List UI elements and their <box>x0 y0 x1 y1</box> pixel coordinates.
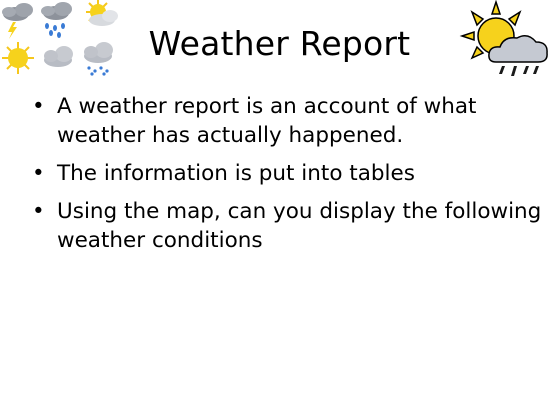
bullet-item: • Using the map, can you display the fol… <box>22 197 542 255</box>
bullet-glyph: • <box>32 161 45 186</box>
slide: Weather Report • A weather report is an … <box>0 0 559 409</box>
bullet-text: The information is put into tables <box>57 161 415 186</box>
bullet-item: • The information is put into tables <box>22 159 542 188</box>
bullet-glyph: • <box>32 199 45 224</box>
bullet-text: A weather report is an account of what w… <box>57 94 477 148</box>
bullet-list: • A weather report is an account of what… <box>22 92 542 264</box>
bullet-item: • A weather report is an account of what… <box>22 92 542 150</box>
slide-title: Weather Report <box>148 24 411 63</box>
bullet-text: Using the map, can you display the follo… <box>57 199 542 253</box>
bullet-glyph: • <box>32 94 45 119</box>
